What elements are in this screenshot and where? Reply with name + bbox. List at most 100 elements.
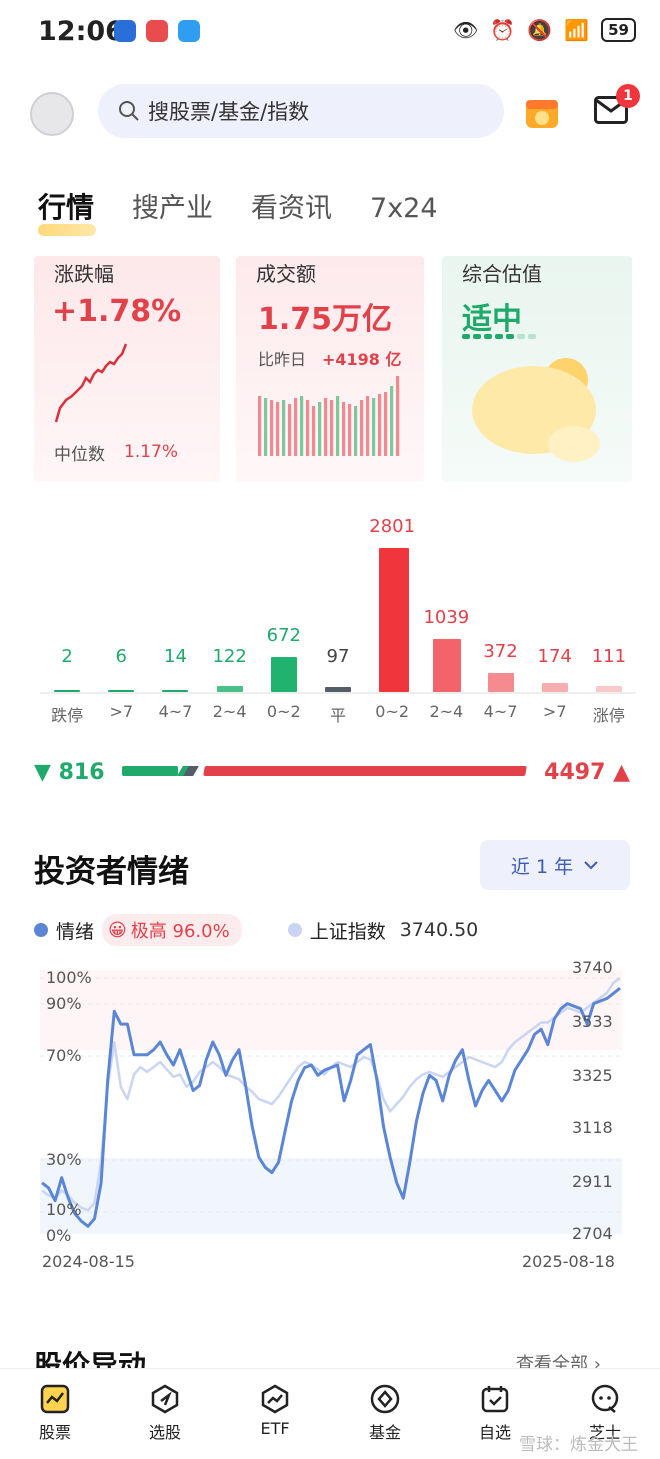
legend-index: 上证指数: [309, 920, 386, 943]
sentiment-status: 极高 96.0%: [130, 921, 230, 942]
chart-legend: 情绪 😀 极高 96.0% 上证指数 3740.50: [34, 914, 478, 946]
volume-bar: [294, 398, 298, 456]
distribution-category: 2~4: [429, 702, 464, 721]
nav-label: 股票: [38, 1423, 71, 1442]
tab-active-indicator: [38, 224, 96, 236]
app-notification-icon: [114, 20, 136, 42]
volume-bar: [306, 400, 310, 456]
volume-bar: [390, 386, 394, 456]
tab-industry[interactable]: 搜产业: [132, 186, 213, 225]
volume-bar: [378, 394, 382, 456]
up-total: 4497: [544, 760, 606, 785]
distribution-chart: 2 6 14 122 672 97 2801 1039 372 174 111: [40, 510, 636, 692]
wifi-icon: 📶: [564, 18, 590, 42]
tab-7x24[interactable]: 7x24: [370, 193, 438, 224]
battery-level: 59: [601, 18, 636, 42]
watermark: 雪球：炼金大王: [519, 1435, 638, 1455]
distribution-value: 97: [326, 646, 350, 667]
volume-bar: [396, 376, 400, 456]
avatar[interactable]: [30, 92, 74, 136]
distribution-category: 4~7: [158, 702, 193, 721]
search-icon: [119, 101, 139, 121]
gift-calendar-icon[interactable]: [520, 90, 564, 134]
volume-bar: [324, 398, 328, 456]
distribution-value: 6: [115, 646, 127, 667]
nav-screener[interactable]: 选股: [120, 1383, 210, 1459]
volume-bar: [372, 398, 376, 456]
calendar-check-icon: [481, 1386, 509, 1413]
card-title: 涨跌幅: [54, 262, 114, 286]
volume-bar: [276, 402, 280, 456]
nav-etf[interactable]: ETF: [230, 1383, 320, 1459]
change-card[interactable]: 涨跌幅 +1.78% 中位数 1.17%: [34, 256, 220, 482]
distribution-value: 1039: [423, 606, 470, 628]
down-ratio-bar: [122, 766, 178, 776]
index-value: 3740.50: [399, 919, 479, 941]
search-placeholder: 搜股票/基金/指数: [148, 100, 310, 124]
volume-bar: [366, 396, 370, 456]
volume-bar: [282, 400, 286, 456]
app-notification-icon: [178, 20, 200, 42]
mute-icon: 🔕: [527, 18, 553, 42]
volume-bar: [360, 400, 364, 456]
distribution-value: 672: [266, 625, 301, 647]
distribution-value: 2801: [369, 516, 416, 537]
distribution-bar: [541, 683, 568, 692]
distribution-category: 涨停: [592, 706, 625, 725]
sentiment-chart[interactable]: [0, 950, 660, 1270]
eye-icon: 👁: [453, 18, 479, 42]
up-count: 4497 ▲: [544, 760, 630, 785]
nav-label: 选股: [148, 1423, 181, 1442]
distribution-category: 平: [329, 706, 346, 725]
volume-bar: [264, 398, 268, 456]
nav-label: 基金: [368, 1423, 401, 1442]
compare-label: 比昨日: [258, 350, 307, 369]
status-time: 12:06: [38, 16, 124, 47]
tab-market[interactable]: 行情: [38, 186, 94, 226]
volume-bar: [258, 396, 262, 456]
card-title: 综合估值: [462, 262, 542, 286]
volume-bar: [270, 400, 274, 456]
distribution-value: 14: [164, 646, 187, 667]
chat-icon: [591, 1384, 619, 1413]
alarm-icon: ⏰: [490, 18, 516, 42]
distribution-category: >7: [109, 702, 134, 721]
distribution-categories: 跌停 >7 4~7 2~4 0~2 平 0~2 2~4 4~7 >7 涨停: [40, 702, 636, 726]
cloud-sun-icon: [472, 358, 600, 462]
range-dropdown[interactable]: 近 1 年: [480, 840, 630, 890]
volume-bar: [348, 404, 352, 456]
arrow-up-icon: ▲: [613, 760, 630, 785]
nav-stocks[interactable]: 股票: [10, 1383, 100, 1459]
distribution-category: >7: [542, 702, 567, 721]
nav-funds[interactable]: 基金: [340, 1383, 430, 1459]
change-value: +1.78%: [52, 294, 182, 329]
down-total: 816: [58, 760, 105, 785]
valuation-card[interactable]: 综合估值 适中: [442, 256, 632, 482]
distribution-value: 2: [61, 646, 73, 667]
sentiment-title: 投资者情绪: [34, 854, 189, 890]
distribution-category: 4~7: [483, 702, 518, 721]
valuation-meter: [462, 334, 536, 339]
turnover-card[interactable]: 成交额 1.75万亿 比昨日 +4198 亿: [236, 256, 424, 482]
distribution-bar: [433, 638, 462, 692]
search-input[interactable]: 搜股票/基金/指数: [98, 84, 504, 138]
valuation-value: 适中: [462, 302, 522, 337]
tab-news[interactable]: 看资讯: [251, 186, 332, 225]
chevron-down-icon: [584, 861, 598, 870]
mail-badge: 1: [616, 84, 640, 108]
distribution-bar: [487, 672, 514, 692]
volume-bar: [288, 404, 292, 456]
fund-icon: [370, 1384, 400, 1414]
volume-bar: [312, 406, 316, 456]
volume-bar: [318, 402, 322, 456]
distribution-baseline: [40, 692, 636, 694]
low-zone: [40, 1158, 622, 1234]
volume-bar: [354, 406, 358, 456]
stock-chart-icon: [40, 1384, 70, 1414]
arrow-down-icon: ▼: [34, 760, 51, 785]
down-count: ▼ 816: [34, 760, 105, 785]
up-ratio-bar: [203, 766, 527, 776]
sentiment-legend-dot: [34, 923, 48, 937]
distribution-category: 0~2: [375, 702, 410, 721]
grin-emoji-icon: 😀: [108, 919, 127, 941]
